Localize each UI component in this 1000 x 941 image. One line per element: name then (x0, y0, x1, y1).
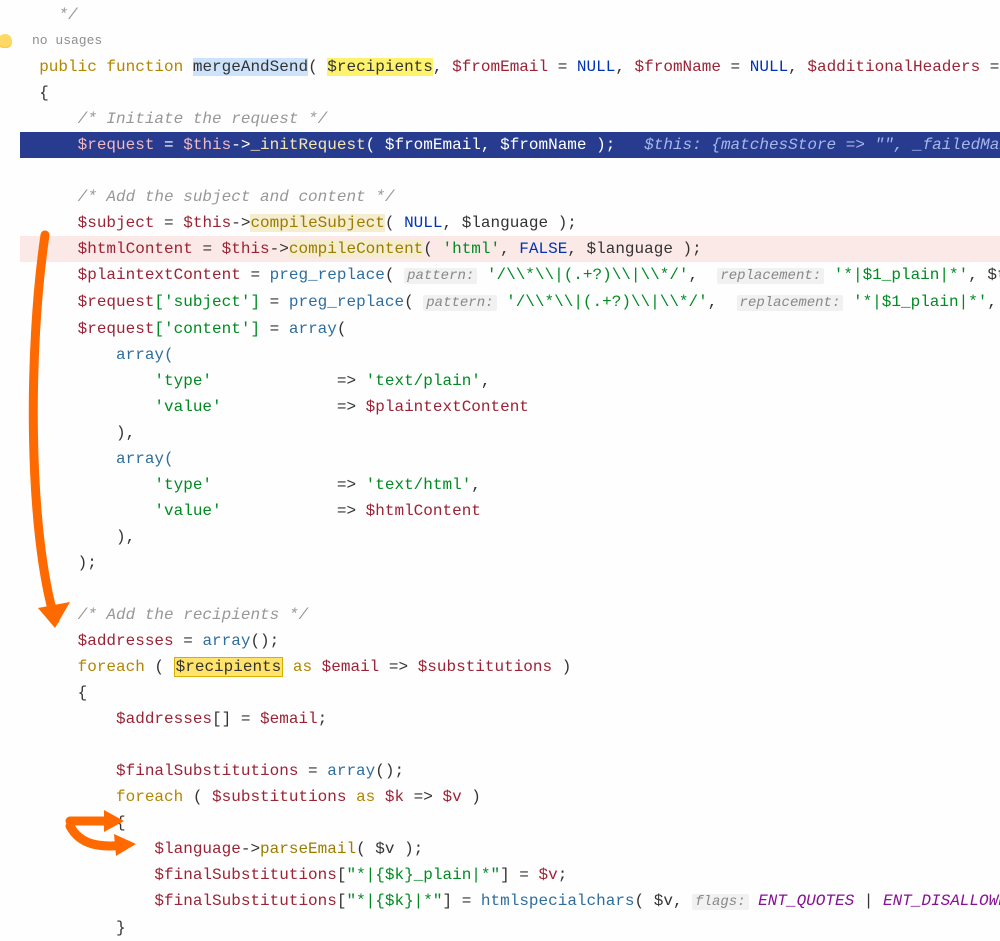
code-line: $finalSubstitutions["*|{$k}_plain|*"] = … (20, 862, 1000, 888)
code-line: /* Add the recipients */ (20, 602, 1000, 628)
blank-line (20, 732, 1000, 758)
paren: ( (308, 58, 327, 76)
keyword-foreach: foreach (116, 788, 183, 806)
method-call: _initRequest (250, 136, 365, 154)
code-line: { (20, 680, 1000, 706)
code-line: foreach ( $recipients as $email => $subs… (20, 654, 1000, 680)
function-call: htmlspecialchars (481, 892, 635, 910)
inline-hint: $this: {matchesStore => "", _failedMail … (644, 136, 1000, 154)
code-line: { (20, 810, 1000, 836)
function-call: preg_replace (289, 293, 404, 311)
code-line: $finalSubstitutions["*|{$k}|*"] = htmlsp… (20, 888, 1000, 915)
code-line: $request['subject'] = preg_replace( patt… (20, 289, 1000, 316)
intention-bulb-icon[interactable] (0, 34, 12, 48)
param: $fromName (635, 58, 721, 76)
blank-line (20, 158, 1000, 184)
code-line: { (20, 80, 1000, 106)
comment: /* Add the recipients */ (78, 606, 308, 624)
code-line: /* Add the subject and content */ (20, 184, 1000, 210)
param-recipients[interactable]: $recipients (327, 58, 433, 76)
code-line: $addresses[] = $email; (20, 706, 1000, 732)
keyword-function: function (106, 58, 183, 76)
error-line: $htmlContent = $this->compileContent( 'h… (20, 236, 1000, 262)
method-name[interactable]: mergeAndSend (193, 58, 308, 76)
highlighted-line[interactable]: $request = $this->_initRequest( $fromEma… (20, 132, 1000, 158)
code-line: ); (20, 550, 1000, 576)
code-line: ), (20, 524, 1000, 550)
keyword-public: public (39, 58, 97, 76)
code-line: public function mergeAndSend( $recipient… (20, 54, 1000, 80)
code-line: 'type' => 'text/plain', (20, 368, 1000, 394)
comment: /* Add the subject and content */ (78, 188, 395, 206)
code-line: $plaintextContent = preg_replace( patter… (20, 262, 1000, 289)
param-hint: flags: (692, 894, 748, 910)
code-line: */ (20, 2, 1000, 28)
method-call: compileSubject (250, 214, 384, 232)
method-call: compileContent (289, 240, 423, 258)
code-line: $language->parseEmail( $v ); (20, 836, 1000, 862)
param: $additionalHeaders (807, 58, 980, 76)
code-line: 'type' => 'text/html', (20, 472, 1000, 498)
usages-hint[interactable]: no usages (32, 28, 1000, 54)
comment: */ (58, 6, 77, 24)
code-line: 'value' => $htmlContent (20, 498, 1000, 524)
code-line: array( (20, 342, 1000, 368)
keyword-foreach: foreach (78, 658, 145, 676)
code-line: $finalSubstitutions = array(); (20, 758, 1000, 784)
code-editor[interactable]: */ no usages public function mergeAndSen… (0, 0, 1000, 941)
param-hint: pattern: (404, 268, 477, 284)
code-line: } (20, 915, 1000, 941)
function-call: preg_replace (270, 266, 385, 284)
param-hint: pattern: (423, 295, 496, 311)
param-hint: replacement: (737, 295, 844, 311)
code-line: $addresses = array(); (20, 628, 1000, 654)
code-line: foreach ( $substitutions as $k => $v ) (20, 784, 1000, 810)
param-hint: replacement: (717, 268, 824, 284)
param: $fromEmail (452, 58, 548, 76)
code-line: $subject = $this->compileSubject( NULL, … (20, 210, 1000, 236)
comment: /* Initiate the request */ (78, 110, 328, 128)
code-line: ), (20, 420, 1000, 446)
code-line: /* Initiate the request */ (20, 106, 1000, 132)
var-recipients[interactable]: $recipients (174, 657, 284, 677)
comma: , (433, 58, 452, 76)
method-call: parseEmail (260, 840, 356, 858)
code-line: 'value' => $plaintextContent (20, 394, 1000, 420)
blank-line (20, 576, 1000, 602)
code-line: $request['content'] = array( (20, 316, 1000, 342)
code-line: array( (20, 446, 1000, 472)
